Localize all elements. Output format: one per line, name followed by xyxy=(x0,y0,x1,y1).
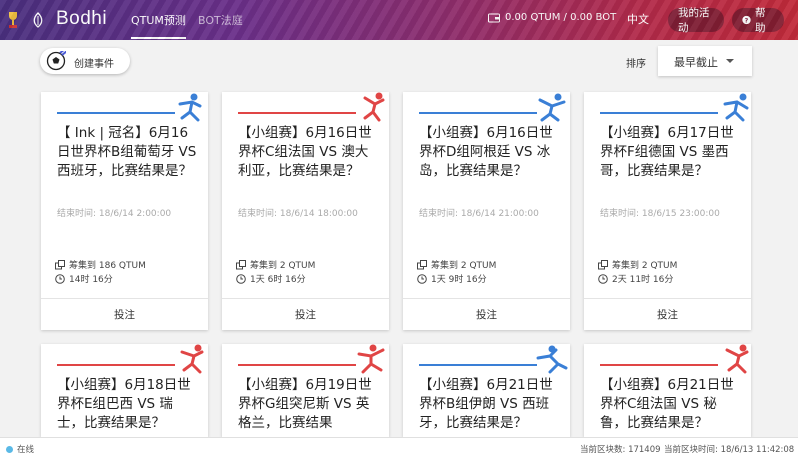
tab-qtum-prediction[interactable]: QTUM预测 xyxy=(131,12,186,39)
language-selector[interactable]: 中文 xyxy=(627,11,649,27)
player-figure-icon xyxy=(536,345,568,374)
clock-icon xyxy=(55,273,65,284)
card-accent-bar xyxy=(600,112,718,114)
worldcup-trophy-icon xyxy=(9,12,17,28)
card-accent-bar xyxy=(419,112,537,114)
wallet-balance-text: 0.00 QTUM / 0.00 BOT xyxy=(505,12,617,23)
wallet-balance[interactable]: 0.00 QTUM / 0.00 BOT xyxy=(488,12,616,23)
status-dot-icon xyxy=(6,445,13,453)
card-accent-bar xyxy=(238,364,356,366)
event-card[interactable]: 【小组赛】6月16日世界杯C组法国 VS 澳大利亚，比赛结果是？ 结束时间: 1… xyxy=(222,92,389,330)
event-card[interactable]: 【小组赛】6月21日世界杯C组法国 VS 秘鲁，比赛结果是？ xyxy=(584,344,751,437)
coins-icon xyxy=(598,259,608,269)
svg-text:?: ? xyxy=(745,18,749,25)
player-figure-icon xyxy=(538,93,566,122)
connection-status-text: 在线 xyxy=(17,445,35,455)
event-remaining-text: 14时 16分 xyxy=(69,275,113,285)
sort-label: 排序 xyxy=(626,59,646,70)
event-card[interactable]: 【小组赛】6月19日世界杯G组突尼斯 VS 英格兰，比赛结果 xyxy=(222,344,389,437)
card-accent-bar xyxy=(238,112,356,114)
sort-selected-value: 最早截止 xyxy=(674,56,718,69)
player-figure-icon xyxy=(180,344,204,374)
status-bar: 在线 当前区块数: 171409 当前区块时间: 18/6/13 11:42:0… xyxy=(0,437,798,457)
card-accent-bar xyxy=(57,364,175,366)
event-title[interactable]: 【小组赛】6月16日世界杯D组阿根廷 VS 冰岛，比赛结果是？ xyxy=(419,124,559,181)
help-icon: ? xyxy=(742,15,751,25)
event-remaining: 1天 6时 16分 xyxy=(236,272,306,285)
clock-icon xyxy=(417,273,427,284)
event-remaining-text: 2天 11时 16分 xyxy=(612,275,674,285)
event-raised-text: 筹集到 2 QTUM xyxy=(250,261,316,271)
player-figure-icon xyxy=(178,93,202,122)
player-figure-icon xyxy=(357,344,385,374)
chevron-down-icon xyxy=(726,59,734,63)
current-block-time: 当前区块时间: 18/6/13 11:42:08 xyxy=(664,445,795,455)
card-accent-bar xyxy=(57,112,175,114)
create-event-button[interactable]: 创建事件 xyxy=(40,48,130,74)
event-remaining-text: 1天 9时 16分 xyxy=(431,275,487,285)
coins-icon xyxy=(55,259,65,269)
bodhi-logo-icon[interactable] xyxy=(30,12,46,28)
event-raised-text: 筹集到 2 QTUM xyxy=(431,261,497,271)
brand-name[interactable]: Bodhi xyxy=(56,8,107,30)
bet-button[interactable]: 投注 xyxy=(41,298,208,330)
event-raised-text: 筹集到 2 QTUM xyxy=(612,261,678,271)
help-label: 帮助 xyxy=(755,7,766,34)
bet-button[interactable]: 投注 xyxy=(403,298,570,330)
my-activity-label: 我的活动 xyxy=(678,7,710,34)
event-card[interactable]: 【小组赛】6月18日世界杯E组巴西 VS 瑞士，比赛结果是？ xyxy=(41,344,208,437)
bet-button[interactable]: 投注 xyxy=(222,298,389,330)
my-activity-button[interactable]: 我的活动 xyxy=(668,7,724,34)
help-button[interactable]: ? 帮助 xyxy=(732,7,784,34)
clock-icon xyxy=(598,273,608,284)
soccer-ball-icon xyxy=(46,51,66,71)
event-card[interactable]: 【小组赛】6月21日世界杯B组伊朗 VS 西班牙，比赛结果是？ xyxy=(403,344,570,437)
event-title[interactable]: 【小组赛】6月16日世界杯C组法国 VS 澳大利亚，比赛结果是？ xyxy=(238,124,378,181)
bet-button[interactable]: 投注 xyxy=(584,298,751,330)
event-remaining-text: 1天 6时 16分 xyxy=(250,275,306,285)
event-card[interactable]: 【小组赛】6月16日世界杯D组阿根廷 VS 冰岛，比赛结果是？ 结束时间: 18… xyxy=(403,92,570,330)
tab-bot-court[interactable]: BOT法庭 xyxy=(198,12,243,37)
event-title[interactable]: 【 Ink | 冠名】6月16日世界杯B组葡萄牙 VS 西班牙，比赛结果是？ xyxy=(57,124,197,181)
wallet-icon xyxy=(488,13,500,22)
player-figure-icon xyxy=(363,92,385,122)
coins-icon xyxy=(417,259,427,269)
event-raised: 筹集到 2 QTUM xyxy=(417,258,496,271)
event-end-time: 结束时间: 18/6/15 23:00:00 xyxy=(600,209,720,219)
top-nav-bar: Bodhi QTUM预测 BOT法庭 0.00 QTUM / 0.00 BOT … xyxy=(0,0,798,40)
event-remaining: 1天 9时 16分 xyxy=(417,272,487,285)
event-end-time: 结束时间: 18/6/14 21:00:00 xyxy=(419,209,539,219)
event-remaining: 2天 11时 16分 xyxy=(598,272,673,285)
coins-icon xyxy=(236,259,246,269)
player-figure-icon xyxy=(723,93,749,122)
event-card[interactable]: 【小组赛】6月17日世界杯F组德国 VS 墨西哥，比赛结果是？ 结束时间: 18… xyxy=(584,92,751,330)
connection-status: 在线 xyxy=(6,443,34,455)
clock-icon xyxy=(236,273,246,284)
event-raised-text: 筹集到 186 QTUM xyxy=(69,261,146,271)
current-block-number: 当前区块数: 171409 xyxy=(580,445,661,455)
event-end-time: 结束时间: 18/6/14 2:00:00 xyxy=(57,209,172,219)
event-title[interactable]: 【小组赛】6月21日世界杯B组伊朗 VS 西班牙，比赛结果是？ xyxy=(419,376,559,433)
event-title[interactable]: 【小组赛】6月21日世界杯C组法国 VS 秘鲁，比赛结果是？ xyxy=(600,376,740,433)
card-accent-bar xyxy=(600,364,718,366)
event-raised: 筹集到 2 QTUM xyxy=(598,258,677,271)
player-figure-icon xyxy=(725,344,749,374)
card-accent-bar xyxy=(419,364,537,366)
sort-dropdown[interactable]: 最早截止 xyxy=(658,46,752,76)
event-raised: 筹集到 2 QTUM xyxy=(236,258,315,271)
event-end-time: 结束时间: 18/6/14 18:00:00 xyxy=(238,209,358,219)
create-event-label: 创建事件 xyxy=(74,59,114,70)
event-title[interactable]: 【小组赛】6月19日世界杯G组突尼斯 VS 英格兰，比赛结果 xyxy=(238,376,378,433)
event-card[interactable]: 【 Ink | 冠名】6月16日世界杯B组葡萄牙 VS 西班牙，比赛结果是？ 结… xyxy=(41,92,208,330)
event-title[interactable]: 【小组赛】6月17日世界杯F组德国 VS 墨西哥，比赛结果是？ xyxy=(600,124,740,181)
event-remaining: 14时 16分 xyxy=(55,272,113,285)
event-raised: 筹集到 186 QTUM xyxy=(55,258,146,271)
event-title[interactable]: 【小组赛】6月18日世界杯E组巴西 VS 瑞士，比赛结果是？ xyxy=(57,376,197,433)
